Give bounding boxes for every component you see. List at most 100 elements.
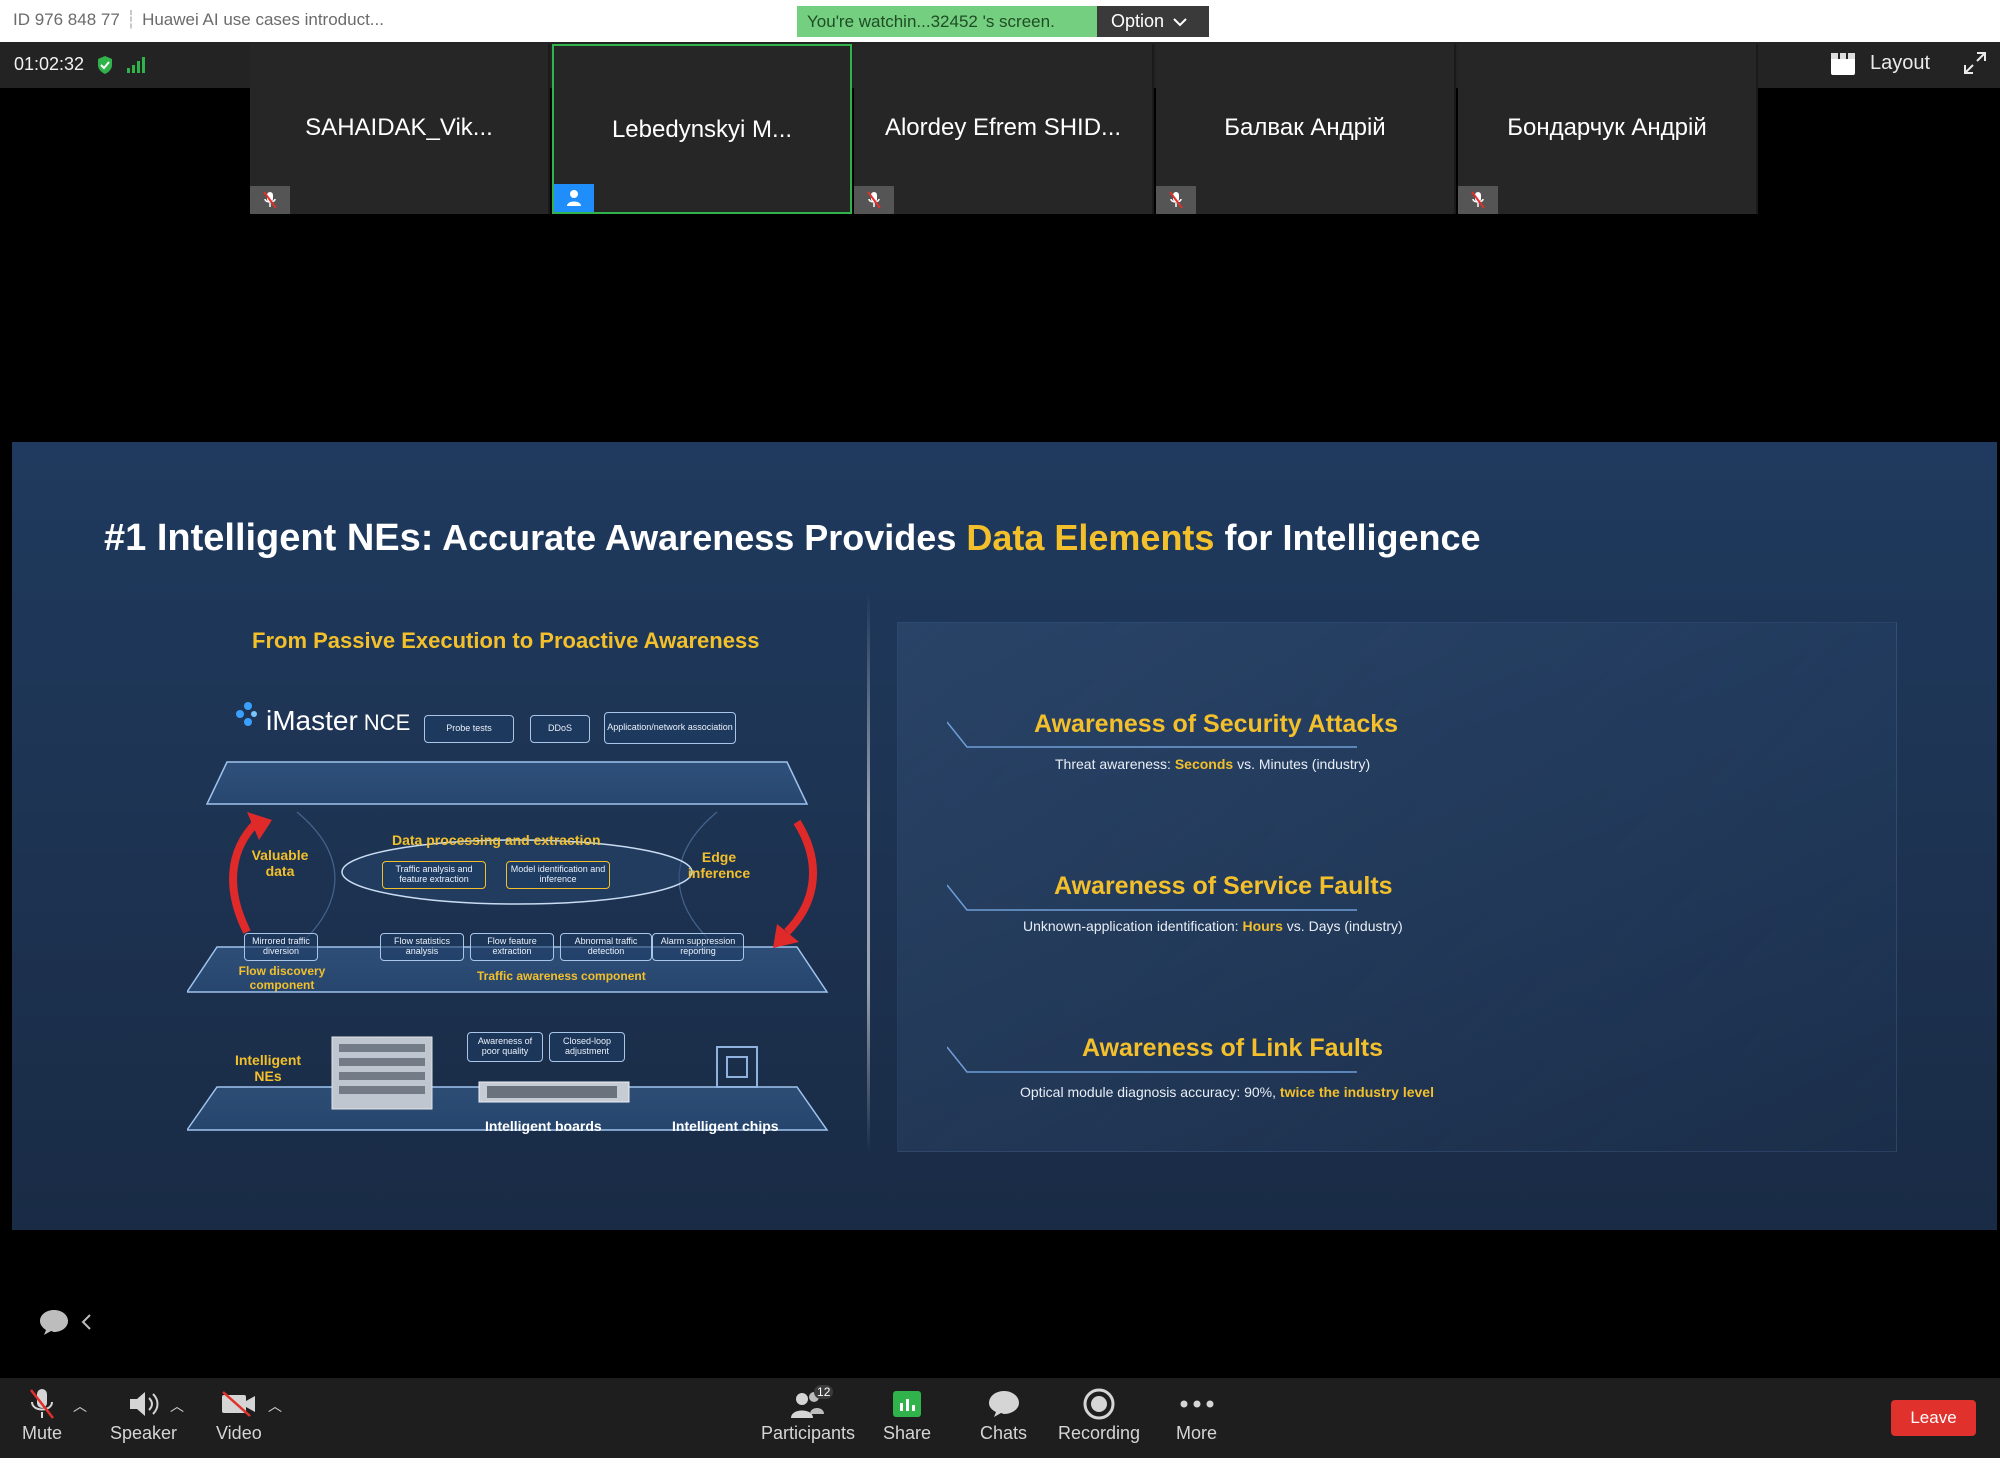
watching-text: You're watchin...32452 's screen. [797, 6, 1097, 37]
participant-name: Балвак Андрій [1224, 114, 1386, 141]
desc-text: vs. Minutes (industry) [1233, 756, 1371, 772]
chats-label: Chats [980, 1423, 1028, 1443]
left-heading: From Passive Execution to Proactive Awar… [252, 628, 760, 653]
person-icon [567, 190, 581, 206]
mic-muted-icon [867, 191, 881, 209]
slide-title-part1: Accurate Awareness Provides [433, 517, 967, 558]
speaker-icon [129, 1392, 159, 1416]
awareness-title: Awareness of Link Faults [1082, 1034, 1384, 1062]
participant-tile[interactable]: Alordey Efrem SHID... [854, 44, 1154, 214]
meeting-title: Huawei AI use cases introduct... [142, 10, 384, 29]
participant-name: SAHAIDAK_Vik... [305, 114, 493, 141]
chip-ddos: DDoS [530, 715, 590, 743]
speaker-label: Speaker [110, 1423, 178, 1443]
valuable-data-label: Valuable data [251, 847, 309, 879]
shield-check-icon[interactable] [96, 55, 114, 75]
mute-button[interactable]: Mute [22, 1385, 62, 1444]
participant-name: Lebedynskyi M... [611, 116, 793, 143]
edge-inference-label: Edge inference [687, 849, 751, 881]
mic-muted-icon [263, 191, 277, 209]
speaker-button[interactable]: Speaker [110, 1385, 177, 1444]
speaker-options-caret[interactable]: ︿ [170, 1396, 184, 1416]
nce-text: NCE [363, 710, 411, 735]
chip-flow-feature: Flow feature extraction [470, 933, 554, 961]
intelligent-chips-label: Intelligent chips [672, 1118, 779, 1134]
data-processing-label: Data processing and extraction [392, 832, 601, 848]
intelligent-boards-label: Intelligent boards [485, 1118, 602, 1134]
recording-button[interactable]: Recording [1058, 1385, 1140, 1444]
slide-title: #1 Intelligent NEs: Accurate Awareness P… [104, 517, 1481, 560]
slide-divider [867, 592, 870, 1152]
slide-title-highlight: Data Elements [966, 517, 1215, 558]
share-screen-icon [893, 1391, 922, 1417]
muted-mic-badge [1458, 186, 1498, 214]
chat-toggle[interactable] [38, 1308, 92, 1336]
chevron-down-icon [1173, 17, 1187, 26]
imaster-logo: iMaster NCE [234, 700, 410, 737]
mute-label: Mute [22, 1423, 63, 1443]
layout-label: Layout [1870, 51, 1931, 74]
recording-label: Recording [1058, 1423, 1141, 1443]
participant-tile[interactable]: Бондарчук Андрій [1458, 44, 1758, 214]
mute-options-caret[interactable]: ︿ [73, 1396, 87, 1416]
participants-label: Participants [761, 1423, 856, 1443]
chat-bubble-icon [40, 1310, 68, 1335]
muted-mic-badge [250, 186, 290, 214]
awareness-desc: Threat awareness: Seconds vs. Minutes (i… [1055, 756, 1370, 772]
chip-flow-statistics: Flow statistics analysis [380, 933, 464, 961]
slide-title-prefix: #1 Intelligent NEs: [104, 517, 434, 559]
shared-screen-slide: #1 Intelligent NEs: Accurate Awareness P… [12, 442, 1997, 1230]
participant-tile[interactable]: Балвак Андрій [1156, 44, 1456, 214]
leave-button[interactable]: Leave [1891, 1400, 1976, 1436]
chip-mirrored-traffic: Mirrored traffic diversion [244, 933, 318, 961]
option-button[interactable]: Option [1097, 6, 1209, 37]
mic-muted-icon [1169, 191, 1183, 209]
grid-layout-icon [1831, 53, 1855, 75]
screen-share-banner: You're watchin...32452 's screen. Option [797, 6, 1209, 37]
chip-model-identification: Model identification and inference [506, 861, 610, 889]
more-button[interactable]: More [1176, 1385, 1217, 1444]
chip-closed-loop: Closed-loop adjustment [549, 1032, 625, 1062]
desc-text: Threat awareness: [1055, 756, 1175, 772]
awareness-desc: Optical module diagnosis accuracy: 90%, … [1020, 1084, 1434, 1100]
timer-text: 01:02:32 [14, 54, 85, 74]
chip-abnormal-traffic: Abnormal traffic detection [560, 933, 652, 961]
meeting-id: ID 976 848 77 [13, 10, 120, 29]
video-button[interactable]: Video [216, 1385, 262, 1444]
chats-button[interactable]: Chats [980, 1385, 1027, 1444]
desc-text: vs. Days (industry) [1282, 918, 1403, 934]
chip-traffic-analysis: Traffic analysis and feature extraction [382, 861, 486, 889]
fullscreen-icon[interactable] [1962, 50, 1988, 76]
active-speaker-badge [554, 184, 594, 212]
more-dots-icon [1180, 1400, 1213, 1408]
participants-button[interactable]: 12 Participants [761, 1385, 855, 1444]
awareness-title: Awareness of Security Attacks [1034, 710, 1399, 738]
desc-highlight: Seconds [1174, 756, 1234, 772]
awareness-title: Awareness of Service Faults [1054, 872, 1393, 900]
participant-name: Alordey Efrem SHID... [884, 114, 1122, 141]
chip-poor-quality: Awareness of poor quality [467, 1032, 543, 1062]
video-options-caret[interactable]: ︿ [268, 1396, 282, 1416]
mic-muted-icon [1471, 191, 1485, 209]
meeting-timer: 01:02:32 [14, 54, 148, 75]
traffic-awareness-label: Traffic awareness component [477, 969, 646, 983]
chevron-left-icon [81, 1314, 91, 1330]
layout-button[interactable]: Layout [1830, 50, 1988, 76]
awareness-desc: Unknown-application identification: Hour… [1023, 918, 1403, 934]
more-label: More [1176, 1423, 1218, 1443]
imaster-text: iMaster [266, 705, 358, 736]
mic-muted-icon [30, 1389, 54, 1419]
video-label: Video [216, 1423, 262, 1443]
muted-mic-badge [1156, 186, 1196, 214]
intelligent-nes-label: Intelligent NEs [234, 1052, 302, 1084]
imaster-logo-icon [236, 702, 257, 726]
signal-strength-icon[interactable] [126, 56, 148, 74]
participant-name: Бондарчук Андрій [1507, 114, 1707, 141]
flow-discovery-label: Flow discovery component [238, 964, 326, 992]
share-button[interactable]: Share [883, 1385, 931, 1444]
participant-tile-active[interactable]: Lebedynskyi M... [552, 44, 852, 214]
desc-text: Unknown-application identification: [1023, 918, 1243, 934]
video-off-icon [221, 1391, 255, 1417]
desc-text: Optical module diagnosis accuracy: 90%, [1020, 1084, 1280, 1100]
participant-tile[interactable]: SAHAIDAK_Vik... [250, 44, 550, 214]
